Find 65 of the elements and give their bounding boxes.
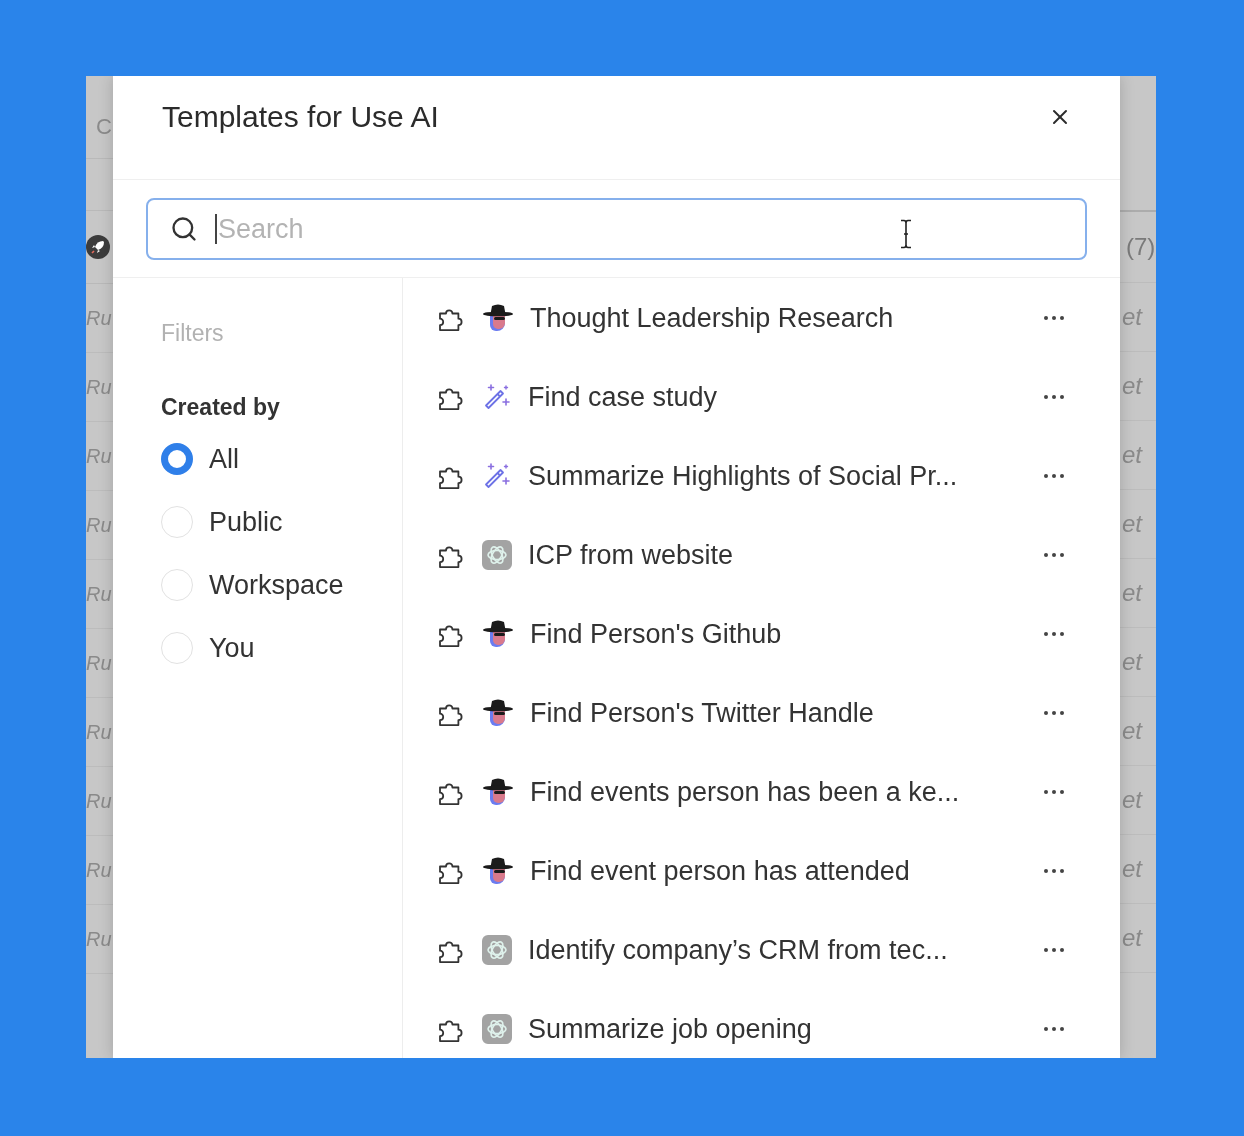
search-icon [170,215,198,243]
detective-icon [482,302,514,333]
template-title[interactable]: Summarize Highlights of Social Pr... [528,459,1042,492]
header-text: C [96,114,112,140]
row-label: Ru [86,720,112,744]
row-label: Ru [86,375,112,399]
row-label: et [1122,303,1142,331]
radio-button[interactable] [161,442,193,475]
search-field[interactable]: Search [146,198,1087,260]
row-label: Ru [86,306,112,330]
row-label: et [1122,717,1142,745]
row-label: et [1122,579,1142,607]
template-title[interactable]: Find case study [528,380,1042,413]
radio-label[interactable]: Workspace [209,568,344,601]
ellipsis-icon [1044,1026,1064,1031]
radio-label[interactable]: You [209,631,255,664]
detective-icon [482,776,514,807]
ellipsis-icon [1044,947,1064,952]
magic-wand-icon [482,381,512,412]
group-label: Created by [161,394,280,420]
row-label: Ru [86,651,112,675]
row-label: Ru [86,582,112,606]
row-label: et [1122,441,1142,469]
template-title[interactable]: Summarize job opening [528,1012,1042,1045]
radio-label[interactable]: All [209,442,239,475]
knot-logo-icon [482,1013,512,1044]
row-label: Ru [86,858,112,882]
row-label: Ru [86,789,112,813]
row-label: et [1122,786,1142,814]
rocket-icon [86,235,110,259]
template-title[interactable]: Identify company’s CRM from tec... [528,933,1042,966]
ellipsis-icon [1044,552,1064,557]
radio-label[interactable]: Public [209,505,283,538]
template-title[interactable]: ICP from website [528,538,1042,571]
filters-heading: Filters [161,320,224,346]
template-title[interactable]: Thought Leadership Research [530,301,1042,334]
ellipsis-icon [1044,868,1064,873]
ellipsis-icon [1044,789,1064,794]
magic-wand-icon [482,460,512,491]
ellipsis-icon [1044,315,1064,320]
dialog-title: Templates for Use AI [162,99,439,135]
template-title[interactable]: Find events person has been a ke... [530,775,1042,808]
row-label: et [1122,510,1142,538]
row-label: Ru [86,513,112,537]
knot-logo-icon [482,934,512,965]
row-label: Ru [86,927,112,951]
count-label: (7) [1126,233,1156,261]
ellipsis-icon [1044,631,1064,636]
template-title[interactable]: Find Person's Twitter Handle [530,696,1042,729]
row-label: et [1122,924,1142,952]
knot-logo-icon [482,539,512,570]
detective-icon [482,855,514,886]
template-title[interactable]: Find event person has attended [530,854,1042,887]
detective-icon [482,697,514,728]
ellipsis-icon [1044,710,1064,715]
detective-icon [482,618,514,649]
text-caret-icon [215,214,217,244]
row-label: Ru [86,444,112,468]
row-label: et [1122,648,1142,676]
ellipsis-icon [1044,394,1064,399]
ellipsis-icon [1044,473,1064,478]
row-label: et [1122,372,1142,400]
template-title[interactable]: Find Person's Github [530,617,1042,650]
i-beam-cursor-icon [899,219,913,249]
row-label: et [1122,855,1142,883]
